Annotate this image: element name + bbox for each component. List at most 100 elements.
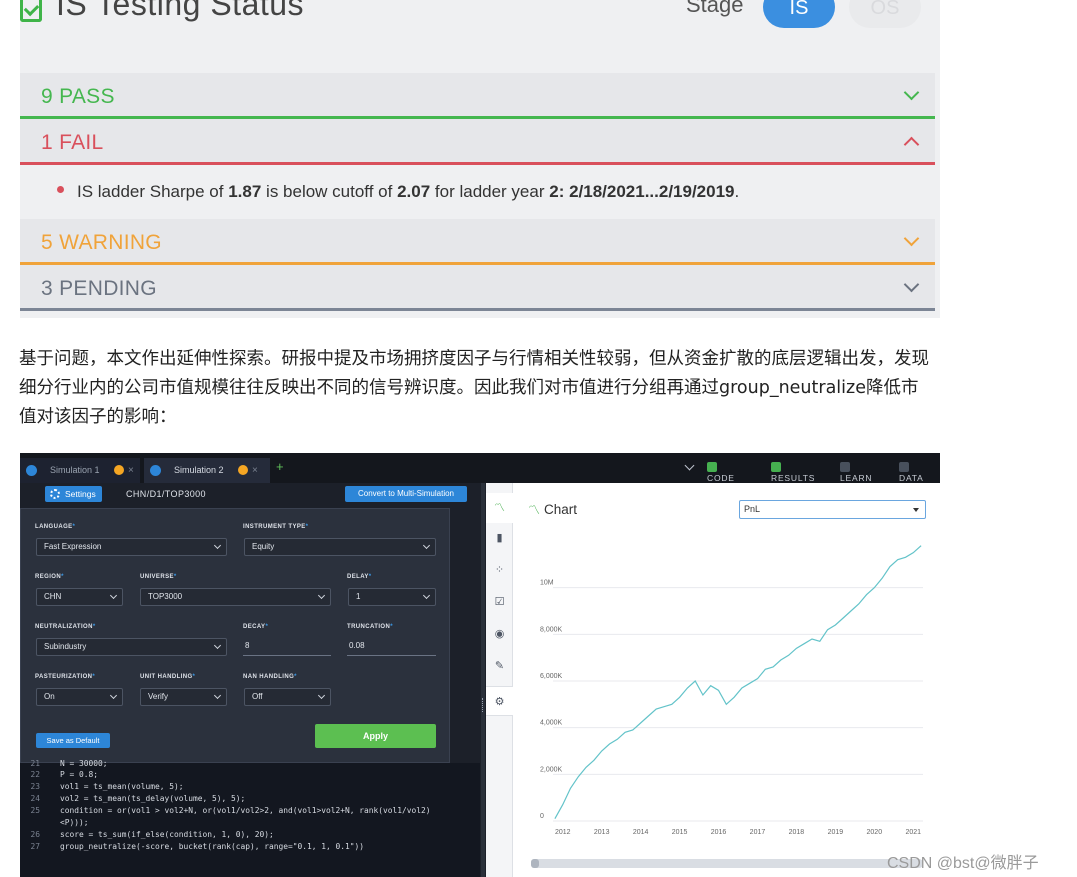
x-tick-label: 2017 — [750, 829, 766, 836]
gear-icon[interactable]: ⚙ — [486, 686, 513, 716]
x-tick-label: 2018 — [789, 829, 805, 836]
fail-label: 1 FAIL — [41, 131, 104, 154]
x-tick-label: 2020 — [867, 829, 883, 836]
checkbox-icon — [899, 462, 909, 472]
simulation-icon — [150, 465, 161, 476]
warning-row[interactable]: 5 WARNING — [20, 219, 935, 265]
pasteurization-select[interactable]: On — [36, 688, 123, 706]
chevron-down-icon — [903, 230, 920, 247]
y-tick-label: 6,000K — [540, 673, 563, 680]
universe-label: UNIVERSE* — [140, 574, 177, 580]
edit-icon[interactable]: ✎ — [486, 651, 513, 681]
fail-row[interactable]: 1 FAIL — [20, 119, 935, 165]
simulation-icon — [26, 465, 37, 476]
scatter-icon[interactable]: ⁘ — [486, 555, 513, 585]
universe-select[interactable]: TOP3000 — [140, 588, 331, 606]
simulation-path: CHN/D1/TOP3000 — [126, 489, 206, 499]
clipboard-icon[interactable]: ☑ — [486, 587, 513, 617]
pass-label: 9 PASS — [41, 85, 115, 108]
add-tab-button[interactable]: + — [276, 459, 284, 474]
status-title: IS Testing Status — [56, 0, 305, 22]
checkbox-icon — [771, 462, 781, 472]
fail-detail: IS ladder Sharpe of 1.87 is below cutoff… — [20, 166, 935, 219]
simulator-window: Simulation 1 × Simulation 2 × + CODE RES… — [20, 453, 940, 877]
stage-label: Stage — [686, 0, 744, 17]
chevron-down-icon — [422, 591, 431, 600]
scroll-handle[interactable] — [531, 859, 539, 868]
stage-is-button[interactable]: IS — [763, 0, 835, 28]
bullet-icon — [57, 186, 64, 193]
checkbox-icon — [20, 0, 42, 22]
toggle-icon[interactable]: ◉ — [486, 619, 513, 649]
pasteurization-label: PASTEURIZATION* — [35, 674, 96, 680]
code-editor[interactable]: 21 N = 30000; 22 P = 0.8; 23 vol1 = ts_mean… — [20, 759, 480, 877]
chevron-down-icon — [213, 691, 222, 700]
x-tick-label: 2015 — [672, 829, 688, 836]
neutralization-select[interactable]: Subindustry — [36, 638, 227, 656]
toggle-learn[interactable]: LEARN — [840, 462, 872, 483]
checkbox-icon — [707, 462, 717, 472]
instrument-type-select[interactable]: Equity — [244, 538, 436, 556]
truncation-label: TRUNCATION* — [347, 624, 393, 630]
y-tick-label: 2,000K — [540, 766, 563, 773]
chevron-down-icon — [109, 591, 118, 600]
nan-handling-select[interactable]: Off — [244, 688, 331, 706]
chart-title: 〽 Chart — [528, 502, 578, 517]
region-label: REGION* — [35, 574, 64, 580]
checkbox-icon — [840, 462, 850, 472]
instrument-type-label: INSTRUMENT TYPE* — [243, 524, 309, 530]
line-chart-icon[interactable]: 〽 — [486, 493, 513, 523]
gear-icon — [50, 489, 60, 499]
apply-button[interactable]: Apply — [315, 724, 436, 748]
chevron-up-icon — [903, 136, 920, 153]
pane-splitter[interactable] — [481, 483, 485, 877]
chevron-down-icon — [903, 84, 920, 101]
pending-label: 3 PENDING — [41, 277, 157, 300]
x-tick-label: 2013 — [594, 829, 610, 836]
toggle-code[interactable]: CODE — [707, 462, 735, 483]
bar-chart-icon[interactable]: ▮ — [486, 523, 513, 553]
chart-pane: 〽 Chart PnL 0 2,000K 4,000K 6,000K 8,000K 10M 2… — [513, 483, 940, 877]
tab-simulation-2[interactable]: Simulation 2 × — [144, 458, 270, 483]
settings-button[interactable]: Settings — [45, 486, 102, 502]
y-tick-label: 10M — [540, 580, 554, 587]
region-select[interactable]: CHN — [36, 588, 123, 606]
simulation-toolbar: Settings CHN/D1/TOP3000 Convert to Multi… — [20, 483, 480, 505]
pass-row[interactable]: 9 PASS — [20, 73, 935, 119]
drag-handle-icon — [482, 698, 484, 712]
tab-simulation-1[interactable]: Simulation 1 × — [20, 458, 140, 483]
nan-handling-label: NAN HANDLING* — [243, 674, 297, 680]
x-tick-label: 2012 — [555, 829, 571, 836]
watermark: CSDN @bst@微胖子 — [887, 855, 1039, 872]
status-title-row: IS Testing Status Stage IS OS — [20, 0, 940, 72]
pending-row[interactable]: 3 PENDING — [20, 265, 935, 311]
save-as-default-button[interactable]: Save as Default — [36, 733, 110, 748]
unit-handling-select[interactable]: Verify — [140, 688, 227, 706]
language-select[interactable]: Fast Expression — [36, 538, 227, 556]
delay-select[interactable]: 1 — [348, 588, 436, 606]
toggle-data[interactable]: DATA — [899, 462, 924, 483]
chart-metric-select[interactable]: PnL — [739, 500, 926, 519]
close-icon[interactable]: × — [252, 458, 258, 483]
chevron-down-icon — [317, 691, 326, 700]
chevron-down-icon[interactable] — [684, 460, 695, 471]
unit-handling-label: UNIT HANDLING* — [140, 674, 196, 680]
y-tick-label: 4,000K — [540, 720, 563, 727]
truncation-input[interactable]: 0.08 — [347, 638, 436, 656]
chevron-down-icon — [903, 276, 920, 293]
chevron-down-icon — [109, 691, 118, 700]
article-paragraph: 基于问题，本文作出延伸性探索。研报中提及市场拥挤度因子与行情相关性较弱，但从资金… — [19, 349, 929, 427]
close-icon[interactable]: × — [128, 458, 134, 483]
decay-input[interactable]: 8 — [243, 638, 331, 656]
warning-icon — [114, 465, 124, 475]
delay-label: DELAY* — [347, 574, 372, 580]
toggle-results[interactable]: RESULTS — [771, 462, 815, 483]
x-tick-label: 2016 — [711, 829, 727, 836]
chevron-down-icon — [317, 591, 326, 600]
stage-os-button[interactable]: OS — [849, 0, 921, 28]
language-label: LANGUAGE* — [35, 524, 76, 530]
chart-range-scrollbar[interactable] — [531, 859, 923, 868]
neutralization-label: NEUTRALIZATION* — [35, 624, 96, 630]
convert-multi-simulation-button[interactable]: Convert to Multi-Simulation — [345, 486, 467, 502]
testing-status-panel: IS Testing Status Stage IS OS 9 PASS 1 F… — [20, 0, 940, 318]
